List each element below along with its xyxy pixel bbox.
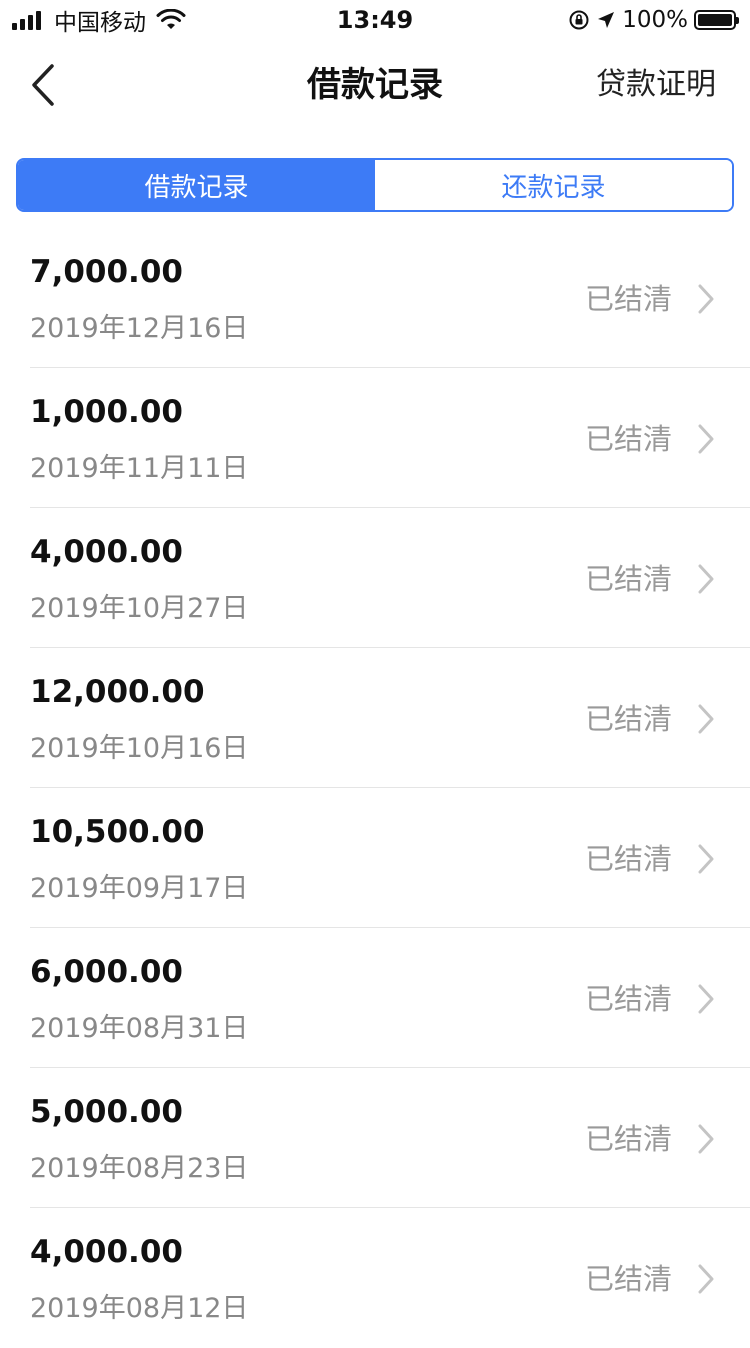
record-date: 2019年11月11日 — [30, 453, 249, 484]
list-item[interactable]: 1,000.00 2019年11月11日 已结清 — [0, 368, 750, 508]
record-date: 2019年08月23日 — [30, 1153, 249, 1184]
battery-percent: 100% — [622, 7, 688, 33]
record-date: 2019年08月12日 — [30, 1293, 249, 1324]
record-status: 已结清 — [584, 422, 672, 456]
record-status: 已结清 — [584, 1262, 672, 1296]
record-type-tabs: 借款记录 还款记录 — [16, 158, 734, 212]
record-date: 2019年10月27日 — [30, 593, 249, 624]
list-item[interactable]: 12,000.00 2019年10月16日 已结清 — [0, 648, 750, 788]
battery-icon — [694, 10, 739, 30]
record-status: 已结清 — [584, 562, 672, 596]
list-item[interactable]: 6,000.00 2019年08月31日 已结清 — [0, 928, 750, 1068]
chevron-right-icon — [698, 984, 714, 1014]
loan-certificate-button[interactable]: 贷款证明 — [596, 64, 716, 106]
record-amount: 1,000.00 — [30, 394, 183, 430]
record-status: 已结清 — [584, 1122, 672, 1156]
record-date: 2019年12月16日 — [30, 313, 249, 344]
record-amount: 5,000.00 — [30, 1094, 183, 1130]
list-item[interactable]: 7,000.00 2019年12月16日 已结清 — [0, 228, 750, 368]
navigation-bar: 借款记录 贷款证明 — [0, 40, 750, 130]
chevron-right-icon — [698, 1264, 714, 1294]
status-bar-right: 100% — [568, 4, 739, 36]
chevron-right-icon — [698, 424, 714, 454]
chevron-right-icon — [698, 1124, 714, 1154]
loan-record-list: 7,000.00 2019年12月16日 已结清 1,000.00 2019年1… — [0, 228, 750, 1348]
list-item[interactable]: 10,500.00 2019年09月17日 已结清 — [0, 788, 750, 928]
record-status: 已结清 — [584, 282, 672, 316]
chevron-right-icon — [698, 844, 714, 874]
orientation-lock-icon — [569, 10, 589, 30]
list-item[interactable]: 4,000.00 2019年10月27日 已结清 — [0, 508, 750, 648]
tab-repayment-records[interactable]: 还款记录 — [375, 160, 732, 210]
record-status: 已结清 — [584, 702, 672, 736]
list-item[interactable]: 4,000.00 2019年08月12日 已结清 — [0, 1208, 750, 1348]
record-amount: 7,000.00 — [30, 254, 183, 290]
record-status: 已结清 — [584, 982, 672, 1016]
chevron-right-icon — [698, 704, 714, 734]
status-bar: 中国移动 13:49 100% — [0, 0, 750, 40]
record-date: 2019年09月17日 — [30, 873, 249, 904]
record-date: 2019年08月31日 — [30, 1013, 249, 1044]
chevron-right-icon — [698, 564, 714, 594]
list-item[interactable]: 5,000.00 2019年08月23日 已结清 — [0, 1068, 750, 1208]
record-amount: 4,000.00 — [30, 1234, 183, 1270]
record-amount: 12,000.00 — [30, 674, 205, 710]
chevron-right-icon — [698, 284, 714, 314]
record-status: 已结清 — [584, 842, 672, 876]
record-amount: 4,000.00 — [30, 534, 183, 570]
record-date: 2019年10月16日 — [30, 733, 249, 764]
record-amount: 10,500.00 — [30, 814, 205, 850]
record-amount: 6,000.00 — [30, 954, 183, 990]
tab-borrow-records[interactable]: 借款记录 — [18, 160, 375, 210]
location-arrow-icon — [598, 12, 615, 28]
